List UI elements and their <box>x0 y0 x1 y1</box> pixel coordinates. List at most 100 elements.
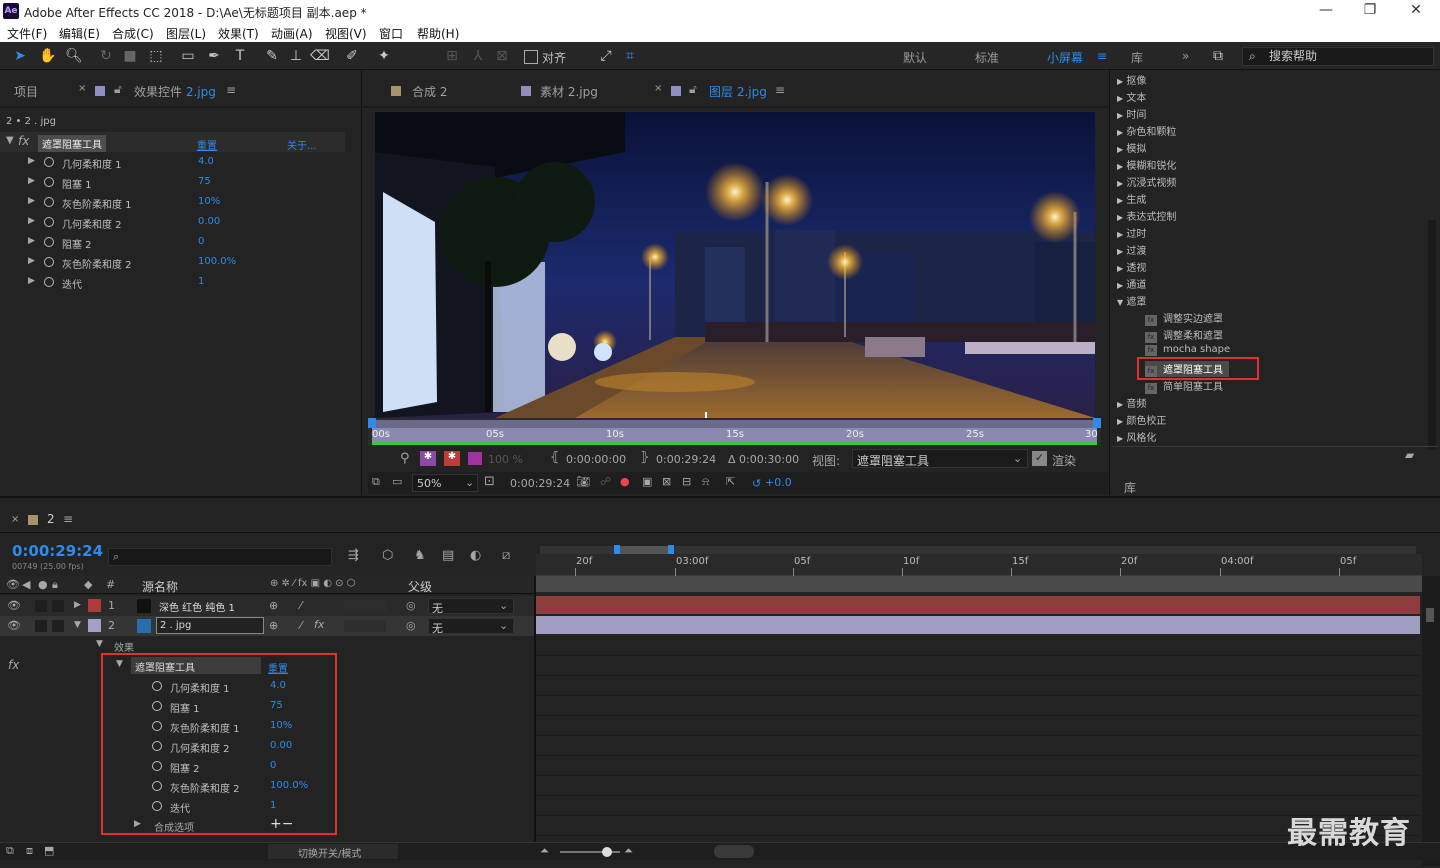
expand-arrow-icon[interactable]: ▶ <box>28 196 35 206</box>
rectangle-tool-icon[interactable]: ▭ <box>178 46 198 66</box>
layer-label-color[interactable] <box>88 599 101 612</box>
lock-icon[interactable]: 🔓︎ <box>689 82 697 97</box>
lock-toggle[interactable] <box>52 600 64 612</box>
effects-category-item[interactable]: ▶ 音频 <box>1117 395 1146 410</box>
expand-arrow-icon[interactable]: ▶ <box>28 276 35 286</box>
axis-world-icon[interactable]: ⅄ <box>468 46 488 66</box>
layer-name[interactable]: 深色 红色 纯色 1 <box>156 597 264 614</box>
render-checkbox[interactable]: ✓ <box>1032 451 1047 466</box>
effects-category-item[interactable]: ▶ 沉浸式视频 <box>1117 174 1176 189</box>
time-out[interactable]: 0:00:29:24 <box>656 453 716 466</box>
workspace-small-screen[interactable]: 小屏幕 <box>1047 49 1083 66</box>
clone-stamp-tool-icon[interactable]: ⊥ <box>286 46 306 66</box>
effects-category-item[interactable]: ▶ 过时 <box>1117 225 1146 240</box>
color-swatch[interactable] <box>468 452 482 465</box>
effects-category-item[interactable]: ▶ 透视 <box>1117 259 1146 274</box>
tab-effect-controls[interactable]: 效果控件 2.jpg <box>134 83 216 100</box>
effects-category-item[interactable]: ▶ 风格化 <box>1117 429 1156 444</box>
snap-target-icon[interactable]: ⌗ <box>620 46 640 66</box>
panel-menu-icon[interactable]: ≡ <box>63 512 73 526</box>
expand-arrow-icon[interactable]: ▶ <box>28 216 35 226</box>
solo-toggle[interactable] <box>35 620 47 632</box>
expand-arrow-icon[interactable]: ▼ <box>6 135 14 146</box>
puppet-tool-icon[interactable]: ✦ <box>374 46 394 66</box>
rotate-tool-icon[interactable]: ↻ <box>96 46 116 66</box>
effect-item[interactable]: fx 调整柔和遮罩 <box>1145 327 1223 343</box>
visibility-eye-icon[interactable]: 👁︎ <box>7 599 21 612</box>
library-tab[interactable]: 库 <box>1124 479 1136 496</box>
new-folder-icon[interactable]: ▰ <box>1405 448 1414 462</box>
effects-category-item[interactable]: ▶ 过渡 <box>1117 242 1146 257</box>
zoom-select[interactable]: 50% ⌄ <box>412 474 478 492</box>
effects-category-item[interactable]: ▶ 表达式控制 <box>1117 208 1176 223</box>
workspace-more-icon[interactable]: » <box>1182 49 1189 63</box>
effects-switch-icon[interactable]: fx <box>314 618 324 631</box>
current-time[interactable]: 0:00:29:24 <box>510 477 570 490</box>
time-stretch-icon[interactable]: ⬒ <box>44 844 54 857</box>
effects-category-item[interactable]: ▶ 时间 <box>1117 106 1146 121</box>
collapse-switch-icon[interactable]: ⊕ <box>269 619 278 632</box>
type-tool-icon[interactable]: T <box>230 46 250 66</box>
workspace-default[interactable]: 默认 <box>903 49 927 66</box>
timeline-comp-tab[interactable]: 2 <box>47 512 55 526</box>
region-icon[interactable]: ▣ <box>642 475 652 488</box>
tab-comp2[interactable]: 合成 2 <box>412 83 447 100</box>
property-value[interactable]: 0 <box>198 236 204 247</box>
mask-visibility-icon[interactable]: ⊟ <box>682 475 691 488</box>
snap-checkbox[interactable] <box>524 50 538 64</box>
effects-category-item[interactable]: ▶ 生成 <box>1117 191 1146 206</box>
layer-2-duration-bar[interactable] <box>536 616 1420 634</box>
menu-layer[interactable]: 图层(L) <box>166 25 206 42</box>
camera-tool-icon[interactable]: ■ <box>120 46 140 66</box>
solo-toggle[interactable] <box>35 600 47 612</box>
fx-icon[interactable]: fx <box>18 134 29 148</box>
property-value[interactable]: 1 <box>198 276 204 287</box>
zoom-out-icon[interactable]: ⏶ <box>540 844 549 858</box>
stopwatch-icon[interactable] <box>44 217 54 227</box>
effects-category-item[interactable]: ▶ 杂色和颗粒 <box>1117 123 1176 138</box>
time-in[interactable]: 0:00:00:00 <box>566 453 626 466</box>
layer-row[interactable]: 👁︎ ▶ 1 深色 红色 纯色 1 ⊕ ⁄ ◎ 无 ⌄ <box>0 596 534 616</box>
close-tab-icon[interactable]: × <box>78 83 86 94</box>
effects-category-item[interactable]: ▶ 模糊和锐化 <box>1117 157 1176 172</box>
pen-tool-icon[interactable]: ✒ <box>204 46 224 66</box>
close-icon[interactable]: ✕ <box>1404 2 1428 18</box>
search-help-input[interactable]: ⌕ 搜索帮助 <box>1242 47 1434 66</box>
pan-behind-tool-icon[interactable]: ⬚ <box>146 46 166 66</box>
onion-skin-icon[interactable]: ✱ <box>420 451 436 466</box>
in-point-handle[interactable] <box>368 418 376 428</box>
view-select[interactable]: 遮罩阻塞工具 ⌄ <box>852 449 1028 468</box>
zoom-in-icon[interactable]: ⏶ <box>624 844 633 858</box>
tab-layer[interactable]: 图层 2.jpg <box>709 83 767 100</box>
zoom-tool-icon[interactable]: 🔍︎ <box>64 46 84 66</box>
reset-link[interactable]: 重置 <box>197 137 217 152</box>
axis-local-icon[interactable]: ⊞ <box>442 46 462 66</box>
horizontal-scroll-thumb[interactable] <box>714 845 754 858</box>
lock-icon[interactable]: 🔓︎ <box>114 82 122 97</box>
channel-icon[interactable]: ● <box>620 475 630 488</box>
hand-tool-icon[interactable]: ✋ <box>38 46 58 66</box>
switches-boxes[interactable] <box>344 620 386 632</box>
toggle-switches-modes-button[interactable]: 切换开关/模式 <box>268 844 398 860</box>
motion-path-icon[interactable]: ⚲ <box>400 451 410 466</box>
zoom-slider-handle[interactable] <box>602 847 612 857</box>
effect-item[interactable]: fx 简单阻塞工具 <box>1145 378 1223 394</box>
brush-tool-icon[interactable]: ✎ <box>262 46 282 66</box>
property-value[interactable]: 100.0% <box>198 256 236 267</box>
menu-help[interactable]: 帮助(H) <box>417 25 459 42</box>
menu-effect[interactable]: 效果(T) <box>218 25 259 42</box>
tab-project[interactable]: 项目 <box>14 83 38 100</box>
snap-option-icon[interactable]: ⤢ <box>596 46 616 66</box>
expand-arrow-icon[interactable]: ▶ <box>74 600 81 610</box>
snapshot-icon[interactable]: 📷︎ <box>576 475 590 488</box>
motion-blur-icon[interactable]: ◐ <box>470 548 481 563</box>
comp-mini-flow-icon[interactable]: ⧉ <box>6 844 14 858</box>
property-value[interactable]: 0.00 <box>198 216 220 227</box>
layer-row[interactable]: 👁︎ ▼ 2 2 . jpg ⊕ ⁄ fx ◎ 无 ⌄ <box>0 616 534 636</box>
menu-window[interactable]: 窗口 <box>379 25 403 42</box>
menu-file[interactable]: 文件(F) <box>7 25 47 42</box>
parent-column[interactable]: 父级 <box>408 578 432 595</box>
parent-select[interactable]: 无 ⌄ <box>428 598 514 615</box>
panel-menu-icon[interactable]: ≡ <box>226 83 236 97</box>
stopwatch-icon[interactable] <box>44 177 54 187</box>
